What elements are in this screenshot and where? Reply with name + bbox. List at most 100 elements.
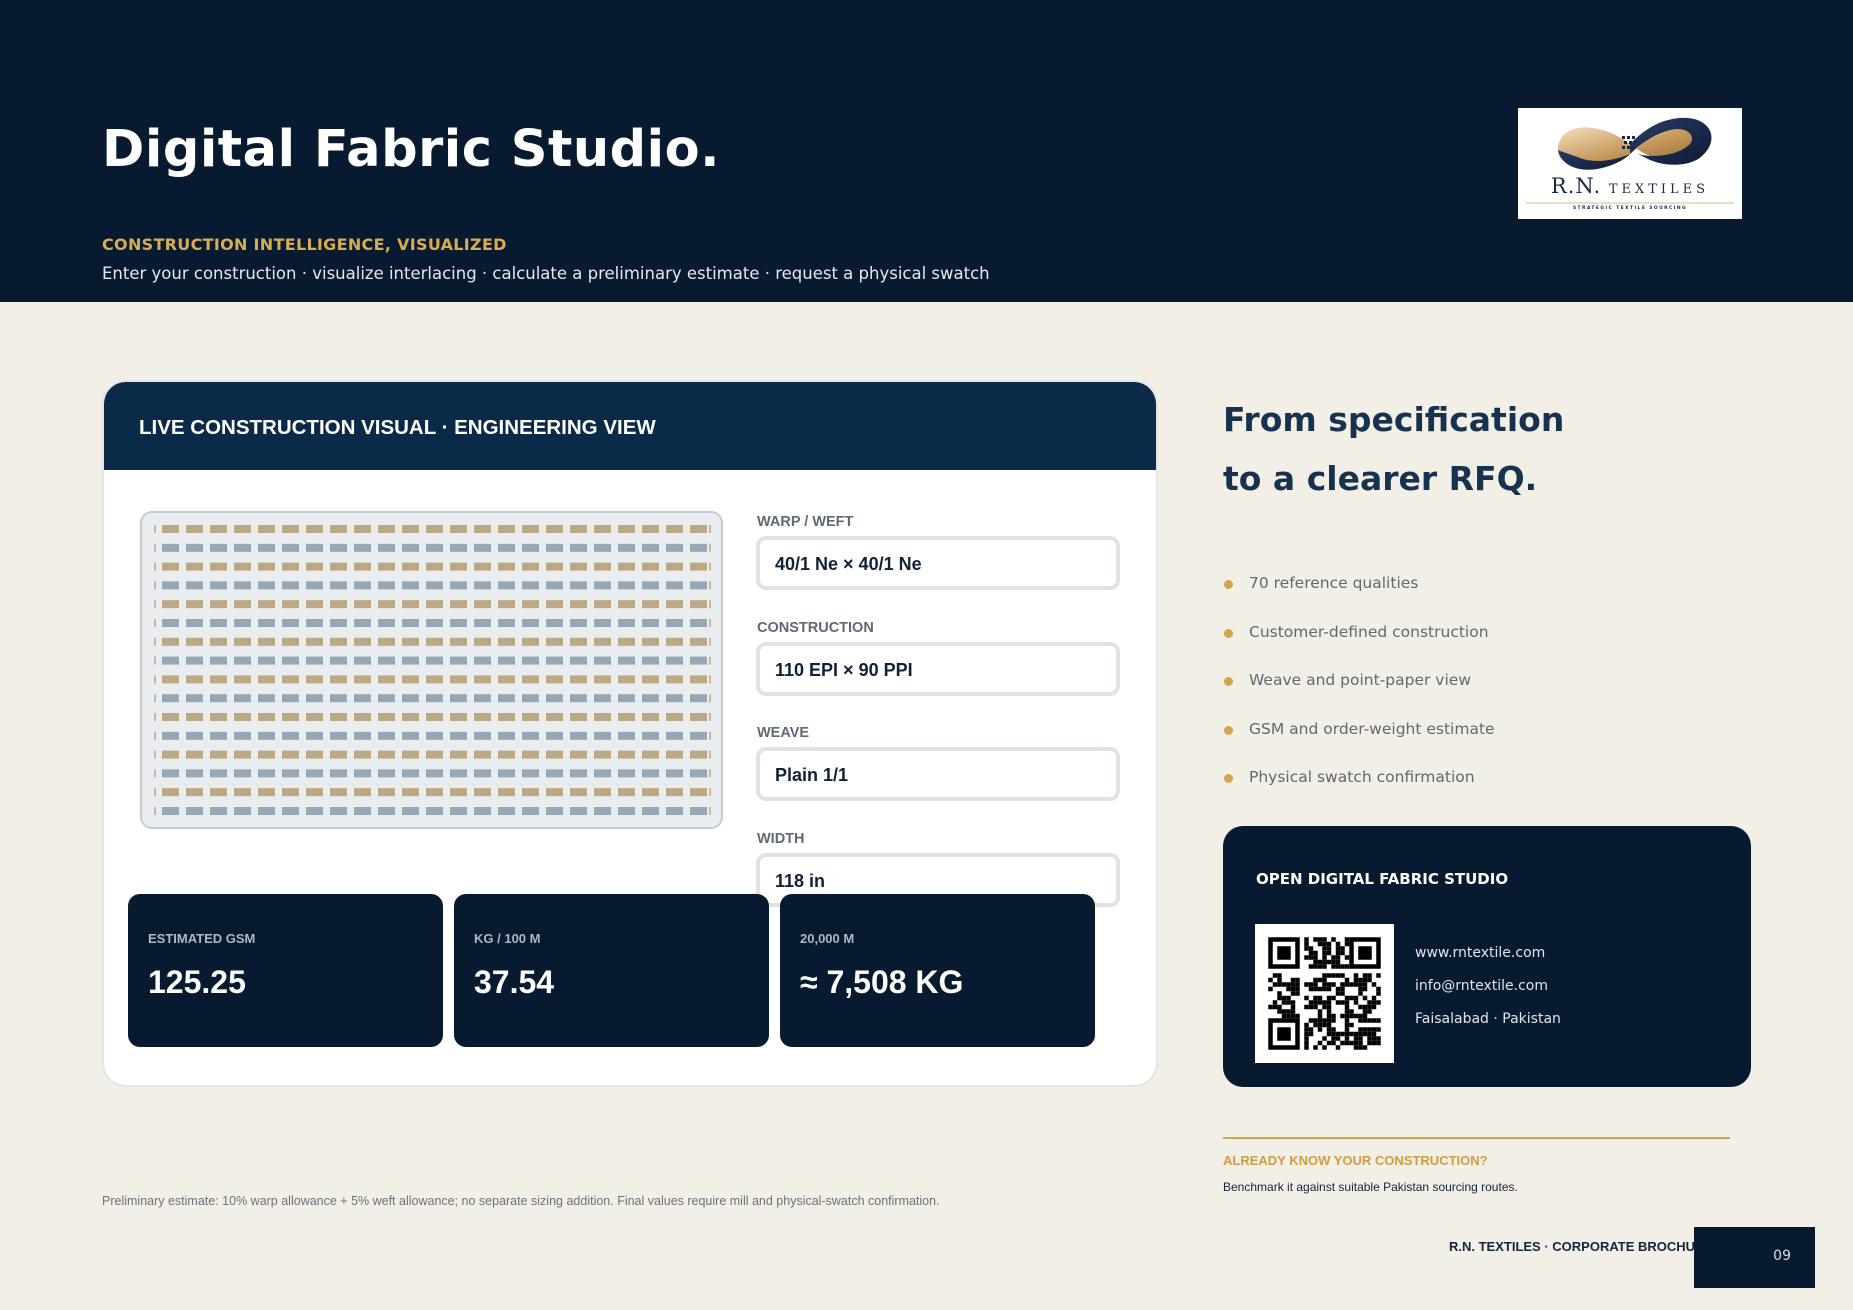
qr-module (1313, 955, 1318, 960)
qr-module (1313, 1000, 1318, 1005)
qr-module (1335, 946, 1341, 951)
qr-module (1335, 964, 1341, 969)
qr-module (1349, 982, 1354, 987)
weave-yarn-float (234, 525, 251, 533)
qr-module (1326, 1018, 1332, 1023)
qr-module (1344, 1000, 1350, 1005)
right-heading-line2: to a clearer RFQ. (1223, 459, 1538, 498)
qr-module (1277, 982, 1282, 987)
weave-yarn-float (210, 562, 227, 571)
weave-yarn-float (594, 581, 611, 590)
weave-yarn-float (570, 581, 587, 590)
qr-module (1331, 1018, 1336, 1023)
open-studio-panel[interactable]: OPEN DIGITAL FABRIC STUDIO www.rntextile… (1223, 826, 1751, 1087)
weave-yarn-float (258, 581, 275, 590)
qr-module (1353, 1040, 1359, 1046)
weave-yarn-float (498, 675, 515, 684)
weave-yarn-float (258, 525, 275, 533)
construction-label: CONSTRUCTION (757, 620, 874, 636)
weave-yarn-float (426, 600, 443, 609)
qr-module (1335, 986, 1341, 992)
weave-yarn-float (306, 694, 323, 703)
weave-yarn-float (498, 581, 515, 590)
weave-yarn-float (546, 562, 563, 571)
weave-yarn-float (666, 675, 683, 684)
logo-wordmark: R.N. TEXTILES (1518, 174, 1742, 198)
construction-field[interactable]: 110 EPI × 90 PPI (756, 642, 1120, 696)
warp-weft-field[interactable]: 40/1 Ne × 40/1 Ne (756, 536, 1120, 590)
weave-yarn-float (450, 731, 467, 740)
estimate-footnote: Preliminary estimate: 10% warp allowance… (102, 1194, 940, 1208)
qr-module (1371, 1040, 1377, 1046)
weave-yarn-float (570, 694, 587, 703)
weave-yarn-float (354, 656, 371, 665)
qr-code-icon[interactable] (1255, 924, 1394, 1063)
weave-yarn-float (570, 750, 587, 759)
width-value: 118 in (775, 871, 826, 891)
weave-yarn-float (210, 543, 227, 552)
qr-module (1272, 1000, 1278, 1005)
weave-yarn-float (522, 619, 539, 627)
weave-yarn-float (498, 656, 515, 665)
weave-yarn-float (546, 694, 563, 703)
qr-module (1362, 1027, 1368, 1032)
qr-module (1349, 1022, 1354, 1028)
weave-yarn-float (234, 694, 251, 703)
weave-yarn-float (594, 731, 611, 740)
weave-yarn-float (570, 731, 587, 740)
feature-item: Physical swatch confirmation (1249, 768, 1475, 786)
weave-yarn-float (450, 581, 467, 590)
location-text: Faisalabad · Pakistan (1415, 1011, 1561, 1027)
qr-module (1317, 941, 1323, 947)
qr-module (1326, 1004, 1332, 1010)
weave-label: WEAVE (757, 725, 810, 741)
qr-module (1335, 941, 1341, 947)
qr-module (1313, 995, 1318, 1001)
website-link[interactable]: www.rntextile.com (1415, 945, 1545, 961)
qr-module (1286, 986, 1291, 992)
weave-yarn-float (210, 750, 227, 759)
weave-yarn-float (330, 619, 347, 627)
qr-module (1344, 1040, 1350, 1046)
qr-module (1277, 991, 1282, 996)
weave-field[interactable]: Plain 1/1 (756, 747, 1120, 801)
qr-module (1277, 1027, 1291, 1041)
qr-module (1344, 1036, 1350, 1041)
qr-module (1362, 1004, 1368, 1010)
qr-module (1326, 1022, 1332, 1028)
weave-yarn-float (498, 562, 515, 571)
weave-yarn-float (306, 675, 323, 684)
weave-yarn-float (234, 619, 251, 627)
weave-yarn-float (330, 769, 347, 778)
qr-module (1313, 1022, 1318, 1028)
weave-yarn-float (354, 769, 371, 778)
qr-module (1304, 995, 1309, 1001)
weave-yarn-float (522, 694, 539, 703)
qr-module (1268, 977, 1273, 983)
qr-module (1286, 995, 1291, 1001)
qr-module (1317, 995, 1323, 1001)
weave-yarn-float (618, 581, 635, 590)
qr-module (1371, 1004, 1377, 1010)
weave-yarn-float (618, 750, 635, 759)
weave-edge-tick (709, 750, 711, 759)
weave-yarn-float (186, 769, 203, 778)
weave-yarn-float (522, 600, 539, 609)
weave-yarn-float (570, 769, 587, 778)
weave-yarn-float (498, 731, 515, 740)
email-link[interactable]: info@rntextile.com (1415, 978, 1548, 994)
weave-yarn-float (210, 619, 227, 627)
weave-yarn-float (354, 543, 371, 552)
weave-yarn-float (570, 619, 587, 627)
qr-module (1308, 955, 1314, 960)
weave-yarn-float (282, 788, 299, 797)
weave-yarn-float (354, 694, 371, 703)
weave-yarn-float (330, 694, 347, 703)
qr-module (1313, 950, 1318, 956)
qr-module (1322, 950, 1327, 956)
qr-module (1331, 1027, 1336, 1032)
qr-module (1322, 955, 1327, 960)
qr-module (1331, 1013, 1336, 1019)
qr-module (1308, 1018, 1314, 1023)
weave-yarn-float (258, 788, 275, 797)
